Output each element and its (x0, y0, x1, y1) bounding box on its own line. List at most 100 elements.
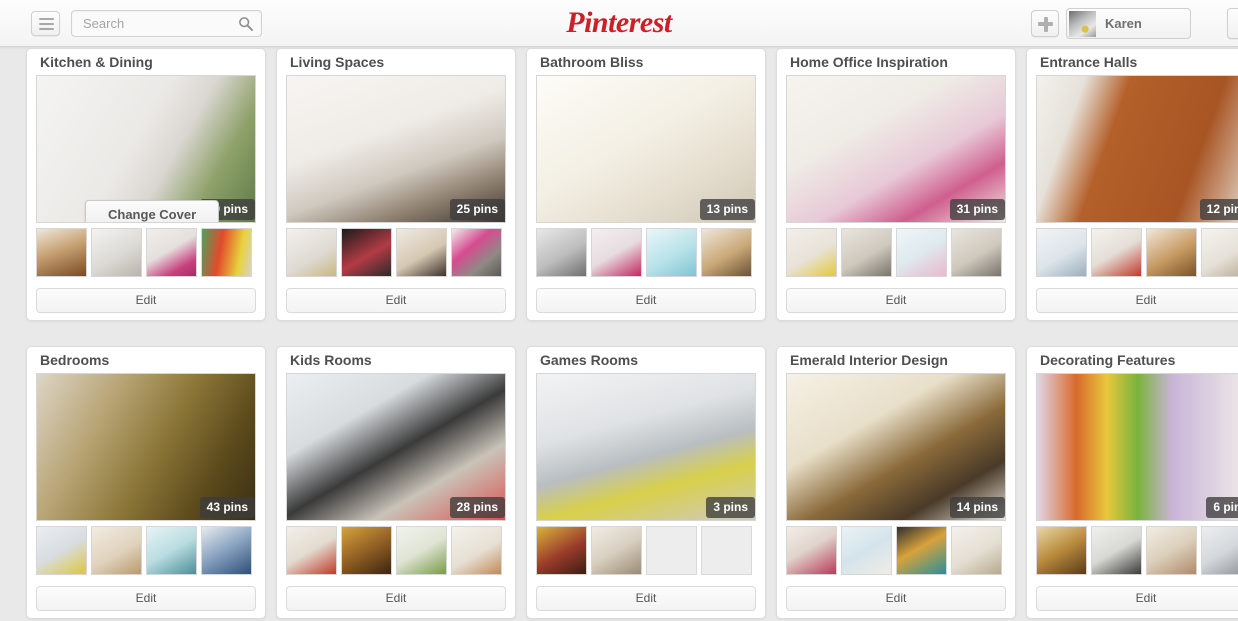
board-thumbnail[interactable] (451, 526, 502, 575)
board-card[interactable]: Games Rooms 3 pins Edit (526, 346, 766, 619)
board-thumbnail-row (536, 526, 758, 576)
board-card[interactable]: Living Spaces 25 pins Edit (276, 48, 516, 321)
board-thumbnail[interactable] (451, 228, 502, 277)
board-cover-image[interactable]: 13 pins (536, 75, 756, 223)
hamburger-menu-button[interactable] (31, 11, 60, 36)
edit-board-button[interactable]: Edit (536, 586, 756, 611)
board-thumbnail[interactable] (1036, 526, 1087, 575)
board-cover-image[interactable]: 3 pins (536, 373, 756, 521)
board-thumbnail[interactable] (91, 526, 142, 575)
board-thumbnail[interactable] (36, 526, 87, 575)
board-thumbnail[interactable] (536, 526, 587, 575)
board-cover-image[interactable]: 28 pins (286, 373, 506, 521)
edit-board-button[interactable]: Edit (286, 288, 506, 313)
board-card[interactable]: Kids Rooms 28 pins Edit (276, 346, 516, 619)
board-card[interactable]: Entrance Halls 12 pins Edit (1026, 48, 1238, 321)
board-thumbnail[interactable] (786, 228, 837, 277)
board-thumbnail[interactable] (701, 228, 752, 277)
board-thumbnail[interactable] (951, 228, 1002, 277)
board-card[interactable]: Home Office Inspiration 31 pins Edit (776, 48, 1016, 321)
pin-count-badge: 28 pins (449, 497, 505, 518)
board-thumbnail[interactable] (1146, 228, 1197, 277)
pin-count-badge: 43 pins (199, 497, 255, 518)
board-thumbnail[interactable] (1091, 228, 1142, 277)
board-title: Home Office Inspiration (790, 54, 948, 70)
edit-board-button[interactable]: Edit (1036, 586, 1238, 611)
overflow-button[interactable] (1227, 8, 1238, 39)
board-thumbnail[interactable] (591, 228, 642, 277)
board-thumbnail-row (786, 526, 1008, 576)
board-thumbnail[interactable] (146, 526, 197, 575)
edit-board-button[interactable]: Edit (786, 586, 1006, 611)
board-cover-image[interactable]: 43 pins (36, 373, 256, 521)
board-thumbnail[interactable] (951, 526, 1002, 575)
board-thumbnail[interactable] (1201, 228, 1238, 277)
pin-count-badge: 6 pins (1206, 497, 1238, 518)
board-cover-image[interactable]: 25 pins (286, 75, 506, 223)
board-cover-image[interactable]: 14 pins (786, 373, 1006, 521)
board-thumbnail[interactable] (286, 526, 337, 575)
board-title: Kitchen & Dining (40, 54, 153, 70)
pin-count-badge: 3 pins (706, 497, 755, 518)
board-card[interactable]: Bedrooms 43 pins Edit (26, 346, 266, 619)
board-thumbnail[interactable] (1201, 526, 1238, 575)
board-thumbnail[interactable] (1091, 526, 1142, 575)
search-box[interactable] (71, 10, 262, 37)
board-thumbnail[interactable] (396, 228, 447, 277)
board-thumbnail[interactable] (646, 228, 697, 277)
plus-icon-horizontal (1038, 22, 1053, 26)
user-menu-button[interactable]: Karen (1066, 8, 1191, 39)
board-cover-image[interactable]: 31 pins (786, 75, 1006, 223)
board-title: Kids Rooms (290, 352, 372, 368)
boards-grid: Kitchen & Dining 29 pins Change Cover Edit L… (0, 47, 1238, 621)
board-card[interactable]: Decorating Features 6 pins Edit (1026, 346, 1238, 619)
edit-board-button[interactable]: Edit (286, 586, 506, 611)
hamburger-icon-line (39, 18, 54, 20)
board-thumbnail[interactable] (36, 228, 87, 277)
board-thumbnail[interactable] (286, 228, 337, 277)
board-thumbnail[interactable] (536, 228, 587, 277)
board-thumbnail[interactable] (1146, 526, 1197, 575)
search-input[interactable] (81, 11, 231, 36)
edit-board-button[interactable]: Edit (36, 586, 256, 611)
board-thumbnail-row (536, 228, 758, 278)
board-thumbnail[interactable] (201, 526, 252, 575)
board-thumbnail-row (1036, 526, 1238, 576)
board-title: Living Spaces (290, 54, 385, 70)
add-button[interactable] (1031, 10, 1059, 37)
pin-count-badge: 14 pins (949, 497, 1005, 518)
board-thumbnail[interactable] (341, 228, 392, 277)
board-thumbnail[interactable] (201, 228, 252, 277)
board-cover-image[interactable]: 12 pins (1036, 75, 1238, 223)
pin-count-badge: 31 pins (949, 199, 1005, 220)
hamburger-icon-line (39, 23, 54, 25)
board-thumbnail[interactable] (841, 526, 892, 575)
board-thumbnail-row (36, 526, 258, 576)
change-cover-button[interactable]: Change Cover (85, 200, 220, 222)
board-thumbnail[interactable] (786, 526, 837, 575)
search-icon[interactable] (238, 16, 253, 31)
board-thumbnail[interactable] (896, 526, 947, 575)
board-thumbnail[interactable] (896, 228, 947, 277)
board-title: Decorating Features (1040, 352, 1176, 368)
pin-count-badge: 13 pins (699, 199, 755, 220)
edit-board-button[interactable]: Edit (1036, 288, 1238, 313)
board-thumbnail-row (786, 228, 1008, 278)
edit-board-button[interactable]: Edit (536, 288, 756, 313)
board-thumbnail[interactable] (591, 526, 642, 575)
board-cover-image[interactable]: 29 pins Change Cover (36, 75, 256, 223)
board-thumbnail[interactable] (341, 526, 392, 575)
board-card[interactable]: Bathroom Bliss 13 pins Edit (526, 48, 766, 321)
board-thumbnail[interactable] (91, 228, 142, 277)
board-thumbnail[interactable] (1036, 228, 1087, 277)
board-thumbnail-row (36, 228, 258, 278)
user-name-label: Karen (1105, 16, 1142, 31)
edit-board-button[interactable]: Edit (786, 288, 1006, 313)
board-cover-image[interactable]: 6 pins (1036, 373, 1238, 521)
edit-board-button[interactable]: Edit (36, 288, 256, 313)
board-card[interactable]: Emerald Interior Design 14 pins Edit (776, 346, 1016, 619)
board-thumbnail[interactable] (146, 228, 197, 277)
board-thumbnail[interactable] (841, 228, 892, 277)
board-card[interactable]: Kitchen & Dining 29 pins Change Cover Edit (26, 48, 266, 321)
board-thumbnail[interactable] (396, 526, 447, 575)
